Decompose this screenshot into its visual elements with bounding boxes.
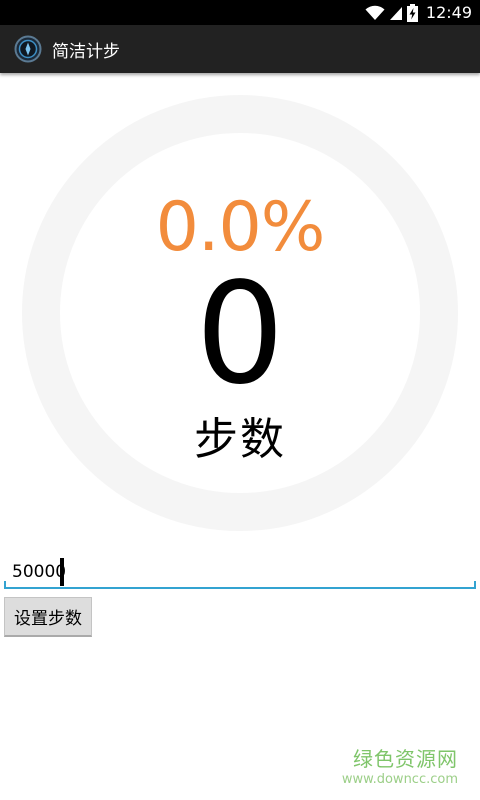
app-logo-icon[interactable] [14, 35, 42, 63]
status-bar: 12:49 [0, 0, 480, 25]
signal-icon [389, 6, 402, 20]
status-time: 12:49 [425, 3, 472, 22]
status-icons: 12:49 [365, 0, 472, 25]
wifi-icon [365, 5, 385, 20]
step-count: 0 [195, 253, 285, 416]
text-cursor [60, 558, 64, 586]
step-goal-input[interactable] [4, 556, 476, 588]
input-underline-right-tick [474, 581, 476, 589]
set-steps-button[interactable]: 设置步数 [4, 597, 92, 637]
watermark-text: 绿色资源网 [353, 747, 458, 771]
app-title: 简洁计步 [52, 41, 120, 62]
battery-charging-icon [406, 3, 418, 22]
goal-input-container [4, 556, 476, 590]
action-bar: 简洁计步 [0, 25, 480, 73]
step-count-label: 步数 [194, 414, 286, 465]
app-screen: 12:49 简洁计步 0.0% 0 步数 设置步数 绿色资源网 www.down… [0, 0, 480, 800]
watermark: 绿色资源网 www.downcc.com [342, 746, 458, 788]
watermark-url: www.downcc.com [341, 772, 458, 787]
input-underline-left-tick [4, 581, 6, 589]
input-underline [4, 587, 476, 589]
